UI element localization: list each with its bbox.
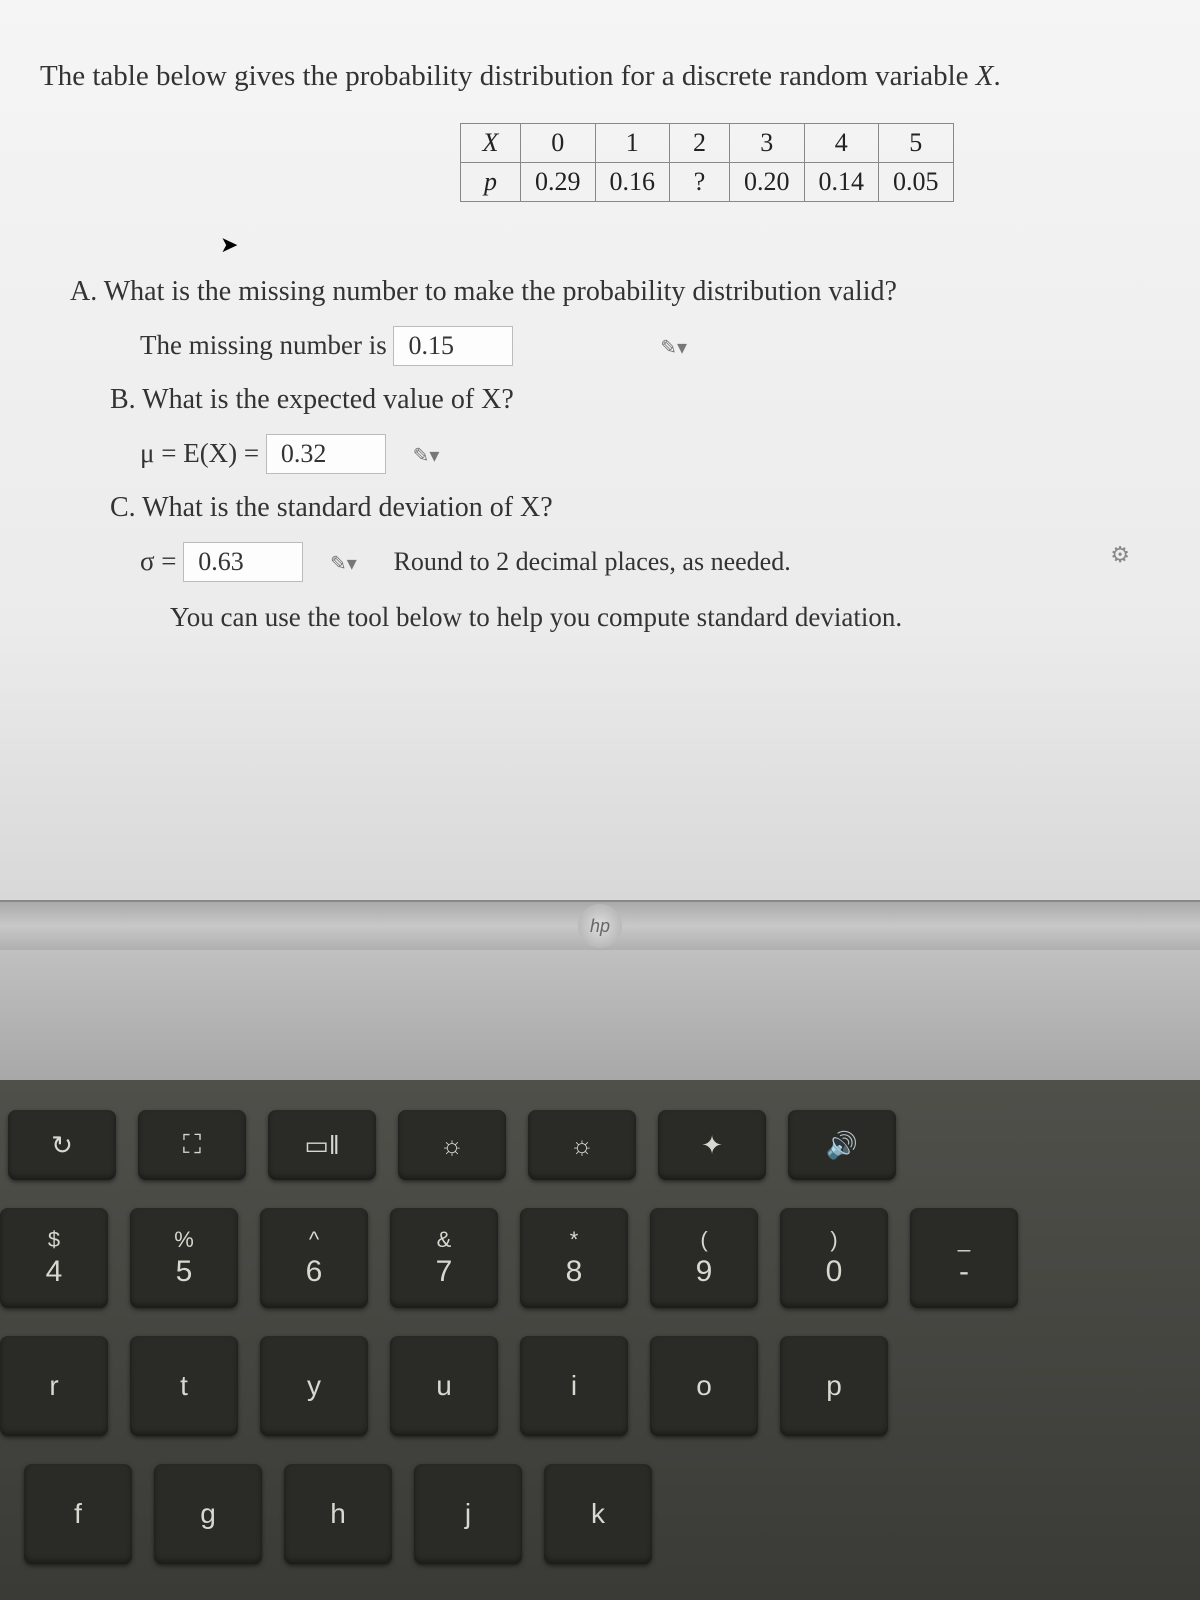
cursor-icon: ➤ xyxy=(220,232,1160,258)
asdf-key-row: f g h j k xyxy=(24,1464,1200,1564)
key-r[interactable]: r xyxy=(0,1336,108,1436)
key-o[interactable]: o xyxy=(650,1336,758,1436)
problem-intro: The table below gives the probability di… xyxy=(40,60,1160,93)
key-minus[interactable]: _ - xyxy=(910,1208,1018,1308)
qwerty-key-row: r t y u i o p xyxy=(0,1336,1200,1436)
answer-input-c[interactable]: 0.63 xyxy=(183,542,303,582)
refresh-icon: ↻ xyxy=(51,1130,73,1161)
hp-logo: hp xyxy=(578,904,622,948)
table-row: p 0.29 0.16 ? 0.20 0.14 0.05 xyxy=(461,163,954,202)
rounding-hint: Round to 2 decimal places, as needed. xyxy=(394,547,791,576)
volume-key[interactable]: 🔊 xyxy=(788,1110,896,1180)
part-c-question: C. What is the standard deviation of X? xyxy=(110,492,1160,524)
keyboard-light-icon: ✦ xyxy=(701,1130,723,1161)
edit-icon[interactable]: ✎▾ xyxy=(413,443,440,468)
part-c-answer-line: σ = 0.63 ✎▾ Round to 2 decimal places, a… xyxy=(140,542,1160,582)
key-k[interactable]: k xyxy=(544,1464,652,1564)
key-p[interactable]: p xyxy=(780,1336,888,1436)
key-j[interactable]: j xyxy=(414,1464,522,1564)
edit-icon[interactable]: ✎▾ xyxy=(660,335,687,360)
brightness-down-icon: ☼ xyxy=(440,1130,464,1161)
volume-icon: 🔊 xyxy=(826,1130,858,1161)
part-b-question: B. What is the expected value of X? xyxy=(110,384,1160,416)
row-label: X xyxy=(461,124,521,163)
key-9[interactable]: ( 9 xyxy=(650,1208,758,1308)
key-u[interactable]: u xyxy=(390,1336,498,1436)
probability-table: X 0 1 2 3 4 5 p 0.29 0.16 ? 0.20 0.14 0.… xyxy=(460,123,954,202)
key-h[interactable]: h xyxy=(284,1464,392,1564)
keyboard-light-key[interactable]: ✦ xyxy=(658,1110,766,1180)
laptop-bezel: hp xyxy=(0,900,1200,950)
keyboard: ↻ ⛶ ▭‖ ☼ ☼ ✦ 🔊 $ 4 % 5 ^ 6 xyxy=(0,1080,1200,1600)
key-y[interactable]: y xyxy=(260,1336,368,1436)
edit-icon[interactable]: ✎▾ xyxy=(330,551,357,576)
part-a-question: A. What is the missing number to make th… xyxy=(70,276,1160,308)
brightness-up-key[interactable]: ☼ xyxy=(528,1110,636,1180)
key-0[interactable]: ) 0 xyxy=(780,1208,888,1308)
key-g[interactable]: g xyxy=(154,1464,262,1564)
part-a-answer-line: The missing number is 0.15 ✎▾ xyxy=(140,326,1160,366)
refresh-key[interactable]: ↻ xyxy=(8,1110,116,1180)
fn-key-row: ↻ ⛶ ▭‖ ☼ ☼ ✦ 🔊 xyxy=(8,1110,1200,1180)
laptop-palmrest xyxy=(0,950,1200,1080)
part-b-answer-line: μ = E(X) = 0.32 ✎▾ xyxy=(140,434,1160,474)
key-8[interactable]: * 8 xyxy=(520,1208,628,1308)
number-key-row: $ 4 % 5 ^ 6 & 7 * 8 ( 9 ) 0 _ - xyxy=(0,1208,1200,1308)
overview-key[interactable]: ▭‖ xyxy=(268,1110,376,1180)
row-label: p xyxy=(461,163,521,202)
key-7[interactable]: & 7 xyxy=(390,1208,498,1308)
settings-icon[interactable]: ⚙ xyxy=(1110,542,1130,568)
overview-icon: ▭‖ xyxy=(304,1130,339,1161)
brightness-down-key[interactable]: ☼ xyxy=(398,1110,506,1180)
key-i[interactable]: i xyxy=(520,1336,628,1436)
tool-note: You can use the tool below to help you c… xyxy=(170,602,1160,633)
answer-input-a[interactable]: 0.15 xyxy=(393,326,513,366)
fullscreen-icon: ⛶ xyxy=(183,1129,201,1161)
key-6[interactable]: ^ 6 xyxy=(260,1208,368,1308)
brightness-up-icon: ☼ xyxy=(570,1130,594,1161)
screen-content: The table below gives the probability di… xyxy=(0,0,1200,900)
key-f[interactable]: f xyxy=(24,1464,132,1564)
key-t[interactable]: t xyxy=(130,1336,238,1436)
table-row: X 0 1 2 3 4 5 xyxy=(461,124,954,163)
key-4[interactable]: $ 4 xyxy=(0,1208,108,1308)
answer-input-b[interactable]: 0.32 xyxy=(266,434,386,474)
fullscreen-key[interactable]: ⛶ xyxy=(138,1110,246,1180)
key-5[interactable]: % 5 xyxy=(130,1208,238,1308)
